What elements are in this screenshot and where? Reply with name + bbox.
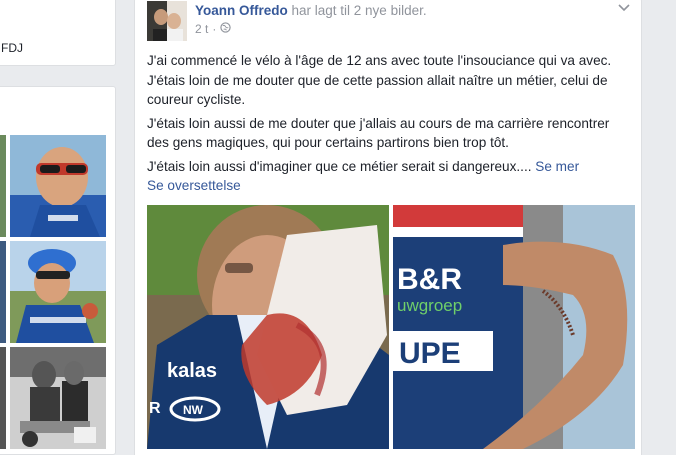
post-paragraph-last: J'étais loin aussi d'imaginer que ce mét… <box>147 157 631 196</box>
left-info-card: FDJ <box>0 0 116 66</box>
meta-separator: · <box>212 22 217 36</box>
thumbnail-cyclist-sunglasses[interactable] <box>10 135 106 237</box>
jersey-r-text: R <box>149 400 161 417</box>
jersey-bouwgroep-text: uwgroep <box>397 296 462 315</box>
jersey-br-text: B&R <box>397 263 462 296</box>
post-paragraph-text: J'étais loin aussi d'imaginer que ce mét… <box>147 158 532 174</box>
left-card-text: FDJ <box>1 41 23 55</box>
thumbnail-partial-2[interactable] <box>0 241 6 343</box>
translate-link[interactable]: Se oversettelse <box>147 178 241 193</box>
photos-card <box>0 86 116 455</box>
see-more-link[interactable]: Se mer <box>535 159 579 174</box>
jersey-nw-text: NW <box>183 403 204 417</box>
jersey-upe-text: UPE <box>399 337 461 370</box>
post-body: J'ai commencé le vélo à l'âge de 12 ans … <box>147 51 631 200</box>
post-photo-arm[interactable]: B&R uwgroep UPE <box>393 205 635 449</box>
author-name[interactable]: Yoann Offredo <box>195 3 288 18</box>
post-card: Yoann Offredo har lagt til 2 nye bilder.… <box>134 0 642 455</box>
thumbnail-partial-3[interactable] <box>0 347 6 449</box>
chevron-down-icon[interactable] <box>617 1 631 13</box>
post-header: Yoann Offredo har lagt til 2 nye bilder. <box>195 3 427 18</box>
avatar[interactable] <box>147 1 187 41</box>
post-photos: kalas NW R B&R uwgroep UPE <box>147 205 635 449</box>
thumbnail-partial-1[interactable] <box>0 135 6 237</box>
thumbnail-cyclist-helmet[interactable] <box>10 241 106 343</box>
post-paragraph: J'étais loin aussi de me douter que j'al… <box>147 115 610 151</box>
post-meta: 2 t · <box>195 22 232 36</box>
thumbnail-cyclists-seated[interactable] <box>10 347 106 449</box>
post-photo-face[interactable]: kalas NW R <box>147 205 389 449</box>
post-timestamp[interactable]: 2 t <box>195 22 208 36</box>
post-action-text: har lagt til 2 nye bilder. <box>291 3 427 18</box>
globe-icon <box>220 22 232 36</box>
jersey-kalas-text: kalas <box>167 360 217 382</box>
post-paragraph: J'ai commencé le vélo à l'âge de 12 ans … <box>147 53 612 107</box>
